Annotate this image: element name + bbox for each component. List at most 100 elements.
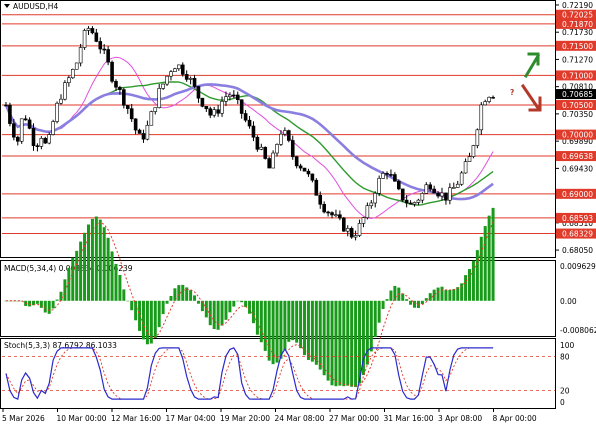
candle-body bbox=[114, 81, 118, 88]
candle-body bbox=[491, 96, 495, 99]
candle-body bbox=[361, 217, 366, 224]
candle-body bbox=[424, 184, 429, 194]
up-arrow-icon bbox=[523, 52, 541, 79]
macd-bar bbox=[306, 300, 310, 360]
macd-bar bbox=[275, 300, 279, 363]
price-tick-label: 0.70350 bbox=[562, 110, 593, 119]
level-badges: 0.720250.71870 0.71500 0.71000 0.70500 0.700… bbox=[556, 9, 596, 239]
macd-bar bbox=[283, 300, 287, 351]
candle-body bbox=[451, 187, 456, 189]
candle-body bbox=[145, 124, 150, 140]
trading-chart[interactable]: ? AUDUSD,H4 0.72190 0.71730 0.71270 0.70810… bbox=[0, 0, 596, 425]
stoch-axis: 100 80 20 0 bbox=[560, 341, 575, 407]
candle-body bbox=[8, 104, 12, 124]
candle-body bbox=[448, 187, 452, 201]
macd-bar bbox=[452, 289, 456, 301]
candle-body bbox=[263, 146, 268, 159]
candle-body bbox=[137, 129, 142, 134]
candle-body bbox=[463, 161, 468, 174]
macd-bar bbox=[338, 300, 342, 386]
macd-bar bbox=[236, 300, 240, 302]
candle-body bbox=[400, 188, 405, 201]
price-tick-label: 0.69430 bbox=[562, 164, 593, 173]
macd-bar bbox=[483, 226, 487, 301]
time-tick-label: 10 Mar 00:00 bbox=[57, 414, 107, 423]
forecast-marks: ? bbox=[510, 52, 542, 112]
macd-tick-label: 0.009629 bbox=[560, 262, 596, 271]
macd-bar bbox=[145, 300, 149, 345]
macd-bar bbox=[479, 236, 483, 301]
candle-body bbox=[432, 188, 436, 194]
macd-bar bbox=[114, 263, 118, 301]
candle-body bbox=[412, 202, 417, 205]
macd-bar bbox=[440, 286, 444, 301]
macd-bar bbox=[342, 300, 346, 387]
candle-body bbox=[385, 173, 389, 175]
candle-body bbox=[102, 48, 106, 51]
macd-bar bbox=[487, 215, 491, 301]
macd-bar bbox=[424, 298, 428, 301]
candle-body bbox=[471, 145, 476, 157]
candle-body bbox=[55, 102, 59, 122]
candle-body bbox=[306, 170, 311, 175]
candle-body bbox=[251, 125, 256, 138]
candle-body bbox=[467, 156, 472, 162]
candle-body bbox=[70, 69, 75, 79]
macd-bar bbox=[475, 250, 479, 301]
candle-body bbox=[283, 130, 287, 135]
stoch-tick-label: 80 bbox=[560, 352, 570, 361]
ma-mid-line bbox=[5, 81, 494, 206]
level-badge-label: 0.71870 bbox=[562, 20, 593, 29]
candle-body bbox=[381, 173, 385, 179]
down-arrow-icon bbox=[520, 83, 542, 112]
macd-bar bbox=[43, 300, 47, 313]
candle-body bbox=[393, 174, 397, 182]
candle-body bbox=[310, 173, 315, 181]
macd-bar bbox=[224, 300, 228, 320]
macd-bar bbox=[334, 300, 338, 387]
candle-body bbox=[4, 104, 8, 107]
stoch-signal-line bbox=[5, 347, 494, 400]
price-tick-label: 0.71270 bbox=[562, 55, 593, 64]
macd-bar bbox=[248, 300, 252, 314]
price-tick-label: 0.68050 bbox=[562, 246, 593, 255]
level-badge-label: 0.69000 bbox=[562, 190, 593, 199]
macd-bar bbox=[122, 289, 126, 301]
macd-bar bbox=[126, 300, 130, 302]
candle-body bbox=[247, 119, 252, 127]
macd-bar bbox=[165, 300, 169, 304]
macd-bar bbox=[55, 299, 59, 301]
candle-body bbox=[63, 82, 67, 100]
candle-body bbox=[349, 228, 354, 238]
macd-bar bbox=[291, 300, 295, 341]
macd-bar bbox=[444, 290, 448, 301]
level-badge-label: 0.69638 bbox=[562, 152, 593, 161]
candle-body bbox=[345, 228, 350, 232]
candle-body bbox=[157, 88, 161, 108]
stoch-tick-label: 0 bbox=[560, 398, 565, 407]
candle-body bbox=[440, 192, 444, 197]
candle-body bbox=[267, 158, 271, 169]
candle-body bbox=[475, 129, 480, 146]
candle-body bbox=[192, 78, 197, 87]
candle-body bbox=[27, 119, 32, 129]
time-tick-label: 3 Apr 08:00 bbox=[438, 414, 482, 423]
macd-bar bbox=[193, 295, 197, 301]
macd-bar bbox=[212, 300, 216, 329]
candle-body bbox=[420, 193, 425, 201]
macd-bar bbox=[110, 251, 114, 301]
candle-body bbox=[78, 47, 83, 64]
macd-bar bbox=[369, 300, 373, 352]
chevron-down-icon[interactable] bbox=[4, 4, 10, 8]
time-tick-label: 17 Mar 04:00 bbox=[166, 414, 216, 423]
candle-body bbox=[35, 145, 40, 147]
candle-body bbox=[455, 183, 460, 188]
macd-bar bbox=[157, 300, 161, 328]
candle-body bbox=[396, 180, 401, 190]
chart-canvas[interactable]: ? AUDUSD,H4 0.721900.717300.712700.70810… bbox=[0, 0, 596, 425]
macd-tick-label: 0.00 bbox=[560, 297, 577, 306]
candle-body bbox=[39, 137, 44, 147]
candle-body bbox=[353, 235, 358, 238]
stoch-tick-label: 100 bbox=[560, 341, 575, 350]
time-axis: 5 Mar 2026 10 Mar 00:00 12 Mar 16:00 17 Mar… bbox=[2, 408, 537, 423]
